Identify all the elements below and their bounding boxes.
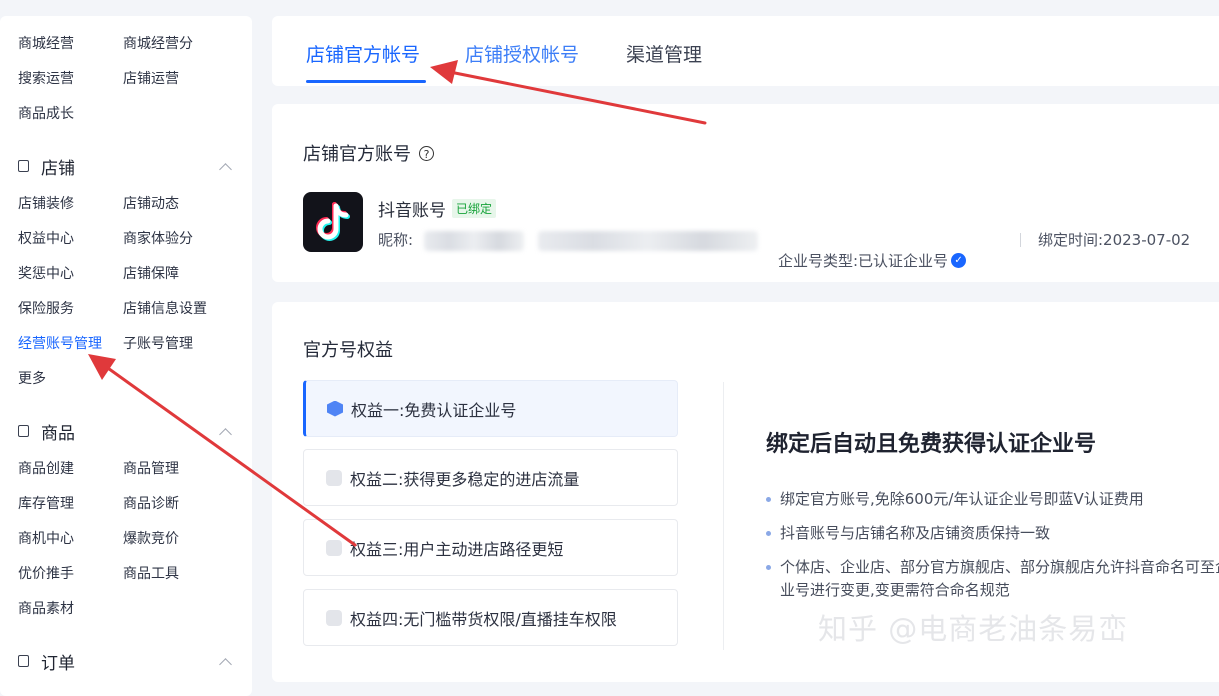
sidebar-item-opportunity[interactable]: 商机中心 (18, 522, 123, 557)
list-item: 绑定官方账号,免除600元/年认证企业号即蓝V认证费用 (766, 488, 1219, 511)
tiktok-logo-icon (303, 192, 363, 252)
benefit-label: 权益一:免费认证企业号 (351, 400, 517, 420)
sidebar-product-items: 商品创建 商品管理 库存管理 商品诊断 商机中心 爆款竞价 优价推手 商品工具 … (18, 452, 243, 627)
tab-official-account[interactable]: 店铺官方帐号 (306, 40, 420, 67)
benefit-detail-title: 绑定后自动且免费获得认证企业号 (766, 432, 1097, 457)
sidebar-item-product-materials[interactable]: 商品素材 (18, 592, 123, 627)
sidebar-item-mall-score[interactable]: 商城经营分 (123, 27, 243, 62)
sidebar-item-price-pusher[interactable]: 优价推手 (18, 557, 123, 592)
watermark: 知乎 @电商老油条易峦 (818, 612, 1129, 646)
sidebar-item-account-management[interactable]: 经营账号管理 (18, 327, 123, 362)
store-icon (18, 160, 29, 172)
bullet-icon (766, 497, 771, 502)
chevron-up-icon[interactable] (219, 162, 232, 176)
sidebar-item-product-diagnosis[interactable]: 商品诊断 (123, 487, 243, 522)
sidebar-section-title: 订单 (41, 653, 75, 674)
benefit-item-3[interactable]: 权益三:用户主动进店路径更短 (303, 519, 678, 576)
sidebar-section-products[interactable]: 商品 (18, 419, 232, 444)
bullet-icon (766, 531, 771, 536)
sidebar-item-store-ops[interactable]: 店铺运营 (123, 62, 243, 97)
account-tabs: 店铺官方帐号 店铺授权帐号 渠道管理 (272, 16, 1219, 86)
sidebar-item-store-news[interactable]: 店铺动态 (123, 187, 243, 222)
benefit-item-1[interactable]: 权益一:免费认证企业号 (303, 380, 678, 437)
sidebar-item-product-create[interactable]: 商品创建 (18, 452, 123, 487)
account-name-text: 抖音账号 (378, 201, 446, 221)
help-icon[interactable]: ? (419, 145, 434, 161)
detail-text: 绑定官方账号,免除600元/年认证企业号即蓝V认证费用 (780, 490, 1144, 508)
blurred-nickname (538, 231, 758, 251)
sidebar-top-items: 商城经营 商城经营分 搜索运营 店铺运营 商品成长 (18, 27, 243, 132)
sidebar-item-insurance[interactable]: 保险服务 (18, 292, 123, 327)
account-name: 抖音账号 已绑定 (378, 196, 497, 221)
detail-text: 个体店、企业店、部分官方旗舰店、部分旗舰店允许抖音命名可至企业号进行变更,变更需… (780, 558, 1219, 599)
bound-status-badge: 已绑定 (452, 199, 497, 218)
tab-channel-management[interactable]: 渠道管理 (626, 40, 702, 67)
sidebar-item-rights-center[interactable]: 权益中心 (18, 222, 123, 257)
sidebar-item-sub-accounts[interactable]: 子账号管理 (123, 327, 243, 362)
bullet-icon (766, 565, 771, 570)
sidebar-section-store[interactable]: 店铺 (18, 154, 232, 179)
sidebar-item-product-growth[interactable]: 商品成长 (18, 97, 123, 132)
benefits-title: 官方号权益 (303, 340, 393, 361)
nickname-label: 昵称: (378, 231, 414, 249)
section-title: 店铺官方账号 (303, 144, 411, 165)
official-account-card: 店铺官方账号 ? 抖音账号 已绑定 昵称: 企业号类型:已认证企业号 ✓ 绑定时… (272, 104, 1219, 282)
chevron-up-icon[interactable] (219, 657, 232, 671)
sidebar-item-product-manage[interactable]: 商品管理 (123, 452, 243, 487)
account-meta: 昵称: 企业号类型:已认证企业号 ✓ 绑定时间:2023-07-02 (378, 229, 1219, 270)
user-icon (326, 609, 342, 626)
sidebar-item-inventory[interactable]: 库存管理 (18, 487, 123, 522)
benefit-label: 权益四:无门槛带货权限/直播挂车权限 (350, 609, 617, 629)
benefit-item-4[interactable]: 权益四:无门槛带货权限/直播挂车权限 (303, 589, 678, 646)
list-item: 个体店、企业店、部分官方旗舰店、部分旗舰店允许抖音命名可至企业号进行变更,变更需… (766, 556, 1219, 602)
sidebar-section-title: 商品 (41, 423, 75, 444)
meta-divider (1020, 233, 1021, 247)
blurred-nickname (424, 231, 524, 251)
benefits-divider (723, 382, 724, 650)
chevron-up-icon[interactable] (219, 427, 232, 441)
order-icon (18, 655, 29, 667)
path-icon (326, 539, 342, 556)
sidebar-item-search-ops[interactable]: 搜索运营 (18, 62, 123, 97)
sidebar-item-rewards-center[interactable]: 奖惩中心 (18, 257, 123, 292)
benefit-label: 权益三:用户主动进店路径更短 (350, 539, 564, 559)
sidebar-item-merchant-score[interactable]: 商家体验分 (123, 222, 243, 257)
benefit-label: 权益二:获得更多稳定的进店流量 (350, 469, 580, 489)
shield-icon (327, 400, 343, 417)
list-item: 抖音账号与店铺名称及店铺资质保持一致 (766, 522, 1219, 545)
benefit-item-2[interactable]: 权益二:获得更多稳定的进店流量 (303, 449, 678, 506)
sidebar-item-mall-ops[interactable]: 商城经营 (18, 27, 123, 62)
benefit-detail-list: 绑定官方账号,免除600元/年认证企业号即蓝V认证费用 抖音账号与店铺名称及店铺… (766, 488, 1219, 613)
enterprise-type-text: 企业号类型:已认证企业号 (778, 252, 949, 270)
product-icon (18, 425, 29, 437)
sidebar-item-product-tools[interactable]: 商品工具 (123, 557, 243, 592)
sidebar-item-store-guarantee[interactable]: 店铺保障 (123, 257, 243, 292)
sidebar-section-title: 店铺 (41, 158, 75, 179)
sidebar: 商城经营 商城经营分 搜索运营 店铺运营 商品成长 店铺 店铺装修 店铺动态 权… (0, 16, 252, 696)
sidebar-store-items: 店铺装修 店铺动态 权益中心 商家体验分 奖惩中心 店铺保障 保险服务 店铺信息… (18, 187, 243, 397)
sidebar-item-hot-bidding[interactable]: 爆款竞价 (123, 522, 243, 557)
bind-time: 绑定时间:2023-07-02 (1038, 231, 1191, 249)
verified-icon: ✓ (951, 253, 967, 268)
gear-icon (326, 469, 342, 486)
sidebar-item-store-info[interactable]: 店铺信息设置 (123, 292, 243, 327)
official-account-title: 店铺官方账号 ? (303, 140, 434, 166)
tab-authorized-account[interactable]: 店铺授权帐号 (465, 40, 579, 67)
enterprise-type: 企业号类型:已认证企业号 ✓ (778, 250, 967, 271)
detail-text: 抖音账号与店铺名称及店铺资质保持一致 (780, 524, 1051, 542)
active-tab-indicator (306, 80, 426, 83)
sidebar-section-orders[interactable]: 订单 (18, 649, 232, 674)
sidebar-item-store-decor[interactable]: 店铺装修 (18, 187, 123, 222)
sidebar-item-more[interactable]: 更多 (18, 362, 123, 397)
